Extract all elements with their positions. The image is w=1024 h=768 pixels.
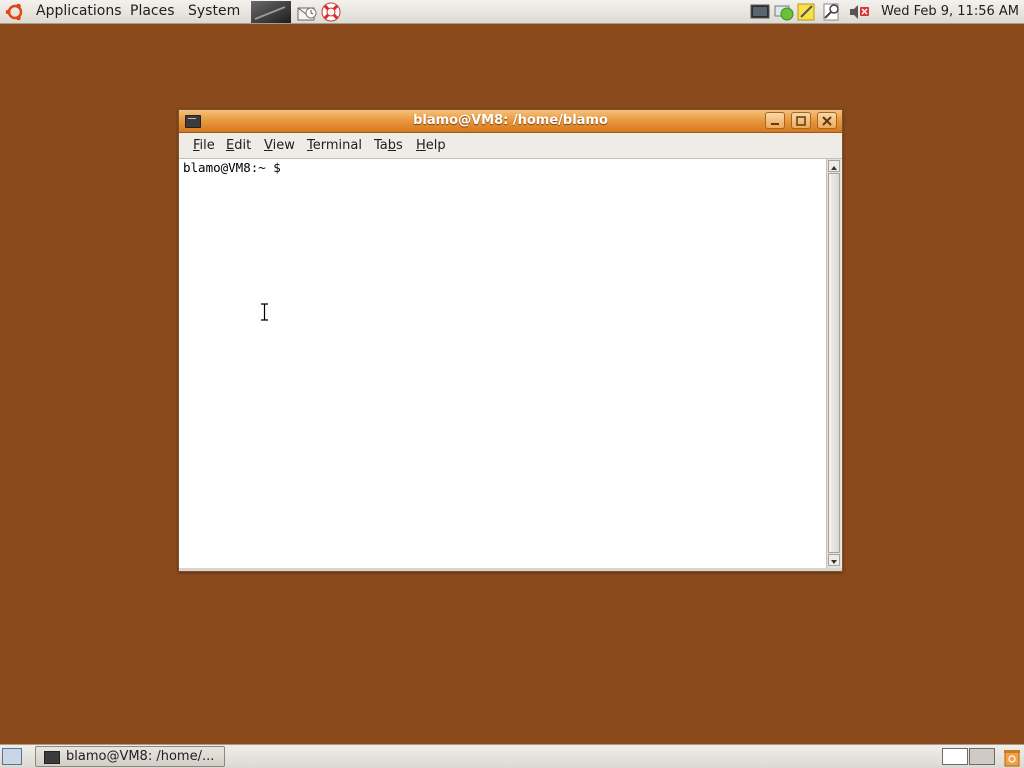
panel-clock[interactable]: Wed Feb 9, 11:56 AM: [881, 0, 1019, 23]
window-titlebar[interactable]: blamo@VM8: /home/blamo: [179, 110, 842, 133]
show-desktop-icon[interactable]: [2, 748, 22, 765]
scroll-thumb[interactable]: [828, 173, 840, 553]
help-lifebuoy-icon[interactable]: [320, 1, 342, 23]
maximize-icon: [796, 116, 806, 126]
top-panel: Applications Places System Wed Feb 9, 11…: [0, 0, 1024, 24]
system-menu[interactable]: System: [188, 0, 240, 23]
applications-menu[interactable]: Applications: [36, 0, 122, 23]
maximize-button[interactable]: [791, 112, 811, 129]
menu-view[interactable]: View: [264, 133, 295, 158]
window-bottom-border[interactable]: [179, 568, 842, 571]
terminal-window: blamo@VM8: /home/blamo File Edit View Te…: [178, 109, 843, 572]
menu-edit[interactable]: Edit: [226, 133, 251, 158]
menu-tabs[interactable]: Tabs: [374, 133, 403, 158]
shell-prompt: blamo@VM8:~ $: [183, 160, 281, 175]
bottom-panel: blamo@VM8: /home/...: [0, 744, 1024, 768]
workspace-1[interactable]: [942, 748, 968, 765]
close-icon: [822, 116, 832, 126]
taskbar-terminal-button[interactable]: blamo@VM8: /home/...: [35, 746, 225, 767]
network-status-icon[interactable]: [774, 3, 796, 21]
taskbar-label: blamo@VM8: /home/...: [66, 749, 215, 764]
scroll-up-arrow[interactable]: [828, 160, 840, 172]
trash-icon[interactable]: [1002, 747, 1022, 767]
scroll-down-arrow[interactable]: [828, 554, 840, 566]
ibeam-cursor-icon: [261, 303, 268, 321]
search-icon[interactable]: [822, 3, 842, 21]
volume-muted-icon[interactable]: [848, 3, 870, 21]
minimize-button[interactable]: [765, 112, 785, 129]
workspace-2[interactable]: [969, 748, 995, 765]
vertical-scrollbar[interactable]: [826, 159, 841, 568]
monitor-icon[interactable]: [750, 3, 770, 21]
minimize-icon: [771, 123, 779, 125]
places-menu[interactable]: Places: [130, 0, 175, 23]
arrow-up-icon: [831, 166, 837, 170]
menu-terminal[interactable]: Terminal: [307, 133, 362, 158]
arrow-down-icon: [831, 560, 837, 564]
mail-client-icon[interactable]: [296, 1, 318, 23]
ubuntu-logo-icon[interactable]: [5, 2, 25, 22]
close-button[interactable]: [817, 112, 837, 129]
notes-icon[interactable]: [797, 3, 817, 21]
window-menubar: File Edit View Terminal Tabs Help: [179, 133, 842, 159]
terminal-task-icon: [44, 751, 60, 764]
menu-help[interactable]: Help: [416, 133, 446, 158]
menu-file[interactable]: File: [193, 133, 215, 158]
window-title: blamo@VM8: /home/blamo: [413, 113, 608, 128]
terminal-launcher-icon[interactable]: [251, 1, 291, 23]
terminal-output[interactable]: blamo@VM8:~ $: [179, 159, 826, 568]
